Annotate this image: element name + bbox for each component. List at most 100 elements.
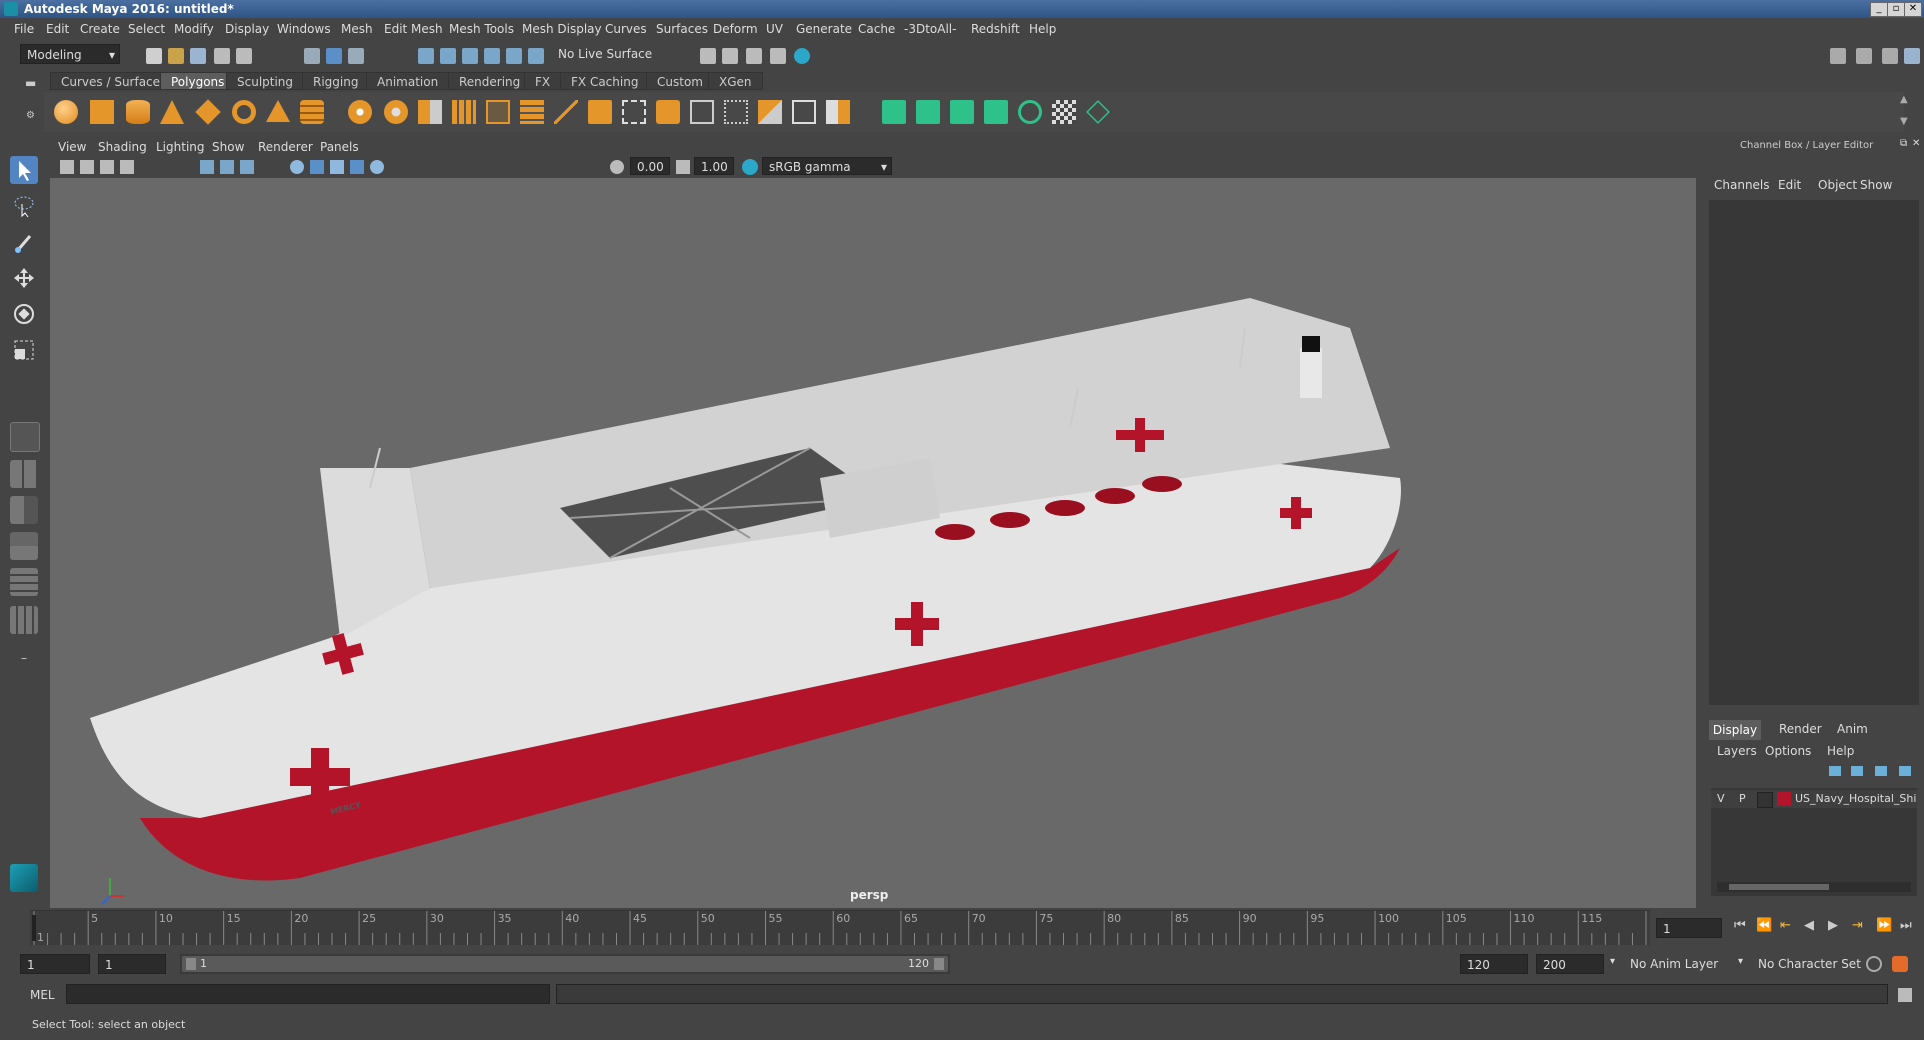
menu-set-dropdown[interactable]: Modeling ▾: [20, 44, 120, 64]
viewport-menu-panels[interactable]: Panels: [320, 140, 359, 154]
channels-menu-edit[interactable]: Edit: [1778, 178, 1801, 192]
menu-deform[interactable]: Deform: [713, 22, 758, 36]
close-button[interactable]: ✕: [1904, 2, 1922, 17]
resolution-gate-icon[interactable]: [240, 160, 254, 174]
layer-menu-options[interactable]: Options: [1765, 744, 1811, 758]
menu-display[interactable]: Display: [225, 22, 269, 36]
bridge-icon[interactable]: [622, 100, 646, 124]
target-weld-icon[interactable]: [792, 100, 816, 124]
exposure-field[interactable]: 0.00: [630, 157, 670, 175]
checker-map-icon[interactable]: [1052, 100, 1076, 124]
single-perspective-layout-icon[interactable]: [10, 422, 40, 452]
range-right-grip[interactable]: [934, 958, 944, 970]
command-input[interactable]: [66, 984, 550, 1004]
current-frame-field[interactable]: 1: [1656, 918, 1722, 938]
range-slider[interactable]: 1 120: [180, 954, 950, 974]
menu-help[interactable]: Help: [1029, 22, 1056, 36]
end-time-field[interactable]: 200: [1536, 954, 1604, 974]
textured-icon[interactable]: [330, 160, 344, 174]
poly-cone-icon[interactable]: [160, 100, 184, 124]
current-time-marker[interactable]: [32, 915, 36, 941]
insert-edge-loop-icon[interactable]: [690, 100, 714, 124]
play-forwards-icon[interactable]: ▶: [1828, 918, 1838, 933]
undo-icon[interactable]: [214, 48, 230, 64]
combine-icon[interactable]: [348, 100, 372, 124]
wireframe-icon[interactable]: [290, 160, 304, 174]
shelf-menu-icon[interactable]: ▬: [25, 76, 36, 90]
poly-sphere-icon[interactable]: [54, 100, 78, 124]
uv-automatic-icon[interactable]: [984, 100, 1008, 124]
layer-name[interactable]: US_Navy_Hospital_Shi: [1795, 792, 1916, 805]
layer-color-swatch[interactable]: [1777, 792, 1791, 806]
viewport-menu-renderer[interactable]: Renderer: [258, 140, 313, 154]
ship-model[interactable]: [50, 178, 1696, 908]
layer-tab-anim[interactable]: Anim: [1837, 722, 1868, 736]
custom-layout-icon[interactable]: [10, 606, 38, 634]
go-to-start-icon[interactable]: ⏮: [1734, 918, 1746, 933]
tool-settings-icon[interactable]: [1882, 48, 1898, 64]
select-object-icon[interactable]: [326, 48, 342, 64]
camera-attributes-icon[interactable]: [80, 160, 94, 174]
character-set-dropdown[interactable]: No Character Set: [1752, 954, 1862, 974]
poly-plane-icon[interactable]: [195, 99, 221, 125]
range-left-grip[interactable]: [186, 958, 196, 970]
bookmark-icon[interactable]: [100, 160, 114, 174]
camera-icon[interactable]: [60, 160, 74, 174]
open-scene-icon[interactable]: [168, 48, 184, 64]
playback-end-field[interactable]: 120: [1460, 954, 1528, 974]
tab-polygons[interactable]: Polygons: [160, 72, 236, 90]
tab-fx[interactable]: FX: [524, 72, 562, 90]
animation-preferences-icon[interactable]: [1892, 956, 1908, 972]
maximize-button[interactable]: ▫: [1887, 2, 1905, 17]
menu-file[interactable]: File: [14, 22, 34, 36]
step-back-icon[interactable]: ⏪: [1756, 918, 1772, 933]
channels-menu-show[interactable]: Show: [1860, 178, 1892, 192]
redo-icon[interactable]: [236, 48, 252, 64]
color-management-icon[interactable]: [742, 159, 758, 175]
poly-pipe-icon[interactable]: [300, 100, 324, 124]
playback-start-field[interactable]: 1: [98, 954, 166, 974]
use-lights-icon[interactable]: [350, 160, 364, 174]
gamma-icon[interactable]: [676, 160, 690, 174]
poly-cube-icon[interactable]: [90, 100, 114, 124]
scale-tool-icon[interactable]: [10, 336, 38, 364]
range-slider-handle[interactable]: 1 120: [182, 956, 948, 972]
menu-windows[interactable]: Windows: [277, 22, 331, 36]
uv-planar-icon[interactable]: [882, 100, 906, 124]
shelf-scroll-up-icon[interactable]: ▲: [1900, 94, 1908, 105]
layer-move-up-icon[interactable]: [1829, 766, 1841, 776]
ipr-render-icon[interactable]: [722, 48, 738, 64]
attribute-editor-icon[interactable]: [1856, 48, 1872, 64]
tab-animation[interactable]: Animation: [366, 72, 450, 90]
snap-point-icon[interactable]: [462, 48, 478, 64]
script-editor-icon[interactable]: [1898, 988, 1912, 1002]
color-space-dropdown[interactable]: sRGB gamma ▾: [762, 157, 892, 175]
tab-xgen[interactable]: XGen: [708, 72, 763, 90]
tab-curves-surfaces[interactable]: Curves / Surfaces: [50, 72, 178, 90]
live-surface-field[interactable]: No Live Surface: [552, 44, 658, 64]
select-hierarchy-icon[interactable]: [304, 48, 320, 64]
viewport-menu-lighting[interactable]: Lighting: [156, 140, 205, 154]
menu-mesh-tools[interactable]: Mesh Tools: [449, 22, 514, 36]
chevron-down-icon[interactable]: ▾: [1738, 956, 1743, 967]
shelf-scroll-down-icon[interactable]: ▼: [1900, 116, 1908, 127]
paint-select-icon[interactable]: [10, 228, 38, 256]
menu-select[interactable]: Select: [128, 22, 165, 36]
float-panel-icon[interactable]: ⧉: [1900, 138, 1907, 149]
time-slider[interactable]: 1 5 10 15 20 25 30 35 40 45 50 55 60 65 70 75 80 85 90 95 10…: [30, 910, 1650, 945]
layer-menu-help[interactable]: Help: [1827, 744, 1854, 758]
step-forward-key-icon[interactable]: ⇥: [1852, 918, 1863, 933]
viewport-menu-view[interactable]: View: [58, 140, 86, 154]
new-layer-icon[interactable]: [1875, 766, 1887, 776]
exposure-icon[interactable]: [610, 160, 624, 174]
snap-curve-icon[interactable]: [440, 48, 456, 64]
uv-spherical-icon[interactable]: [950, 100, 974, 124]
menu-uv[interactable]: UV: [766, 22, 783, 36]
menu-generate[interactable]: Generate: [796, 22, 852, 36]
perspective-viewport[interactable]: MERCY persp: [50, 178, 1696, 908]
channels-menu-object[interactable]: Object: [1818, 178, 1857, 192]
persp-outliner-layout-icon[interactable]: [10, 496, 38, 524]
minimize-button[interactable]: _: [1870, 2, 1888, 17]
menu-cache[interactable]: Cache: [858, 22, 895, 36]
layer-scrollbar[interactable]: [1717, 882, 1911, 892]
